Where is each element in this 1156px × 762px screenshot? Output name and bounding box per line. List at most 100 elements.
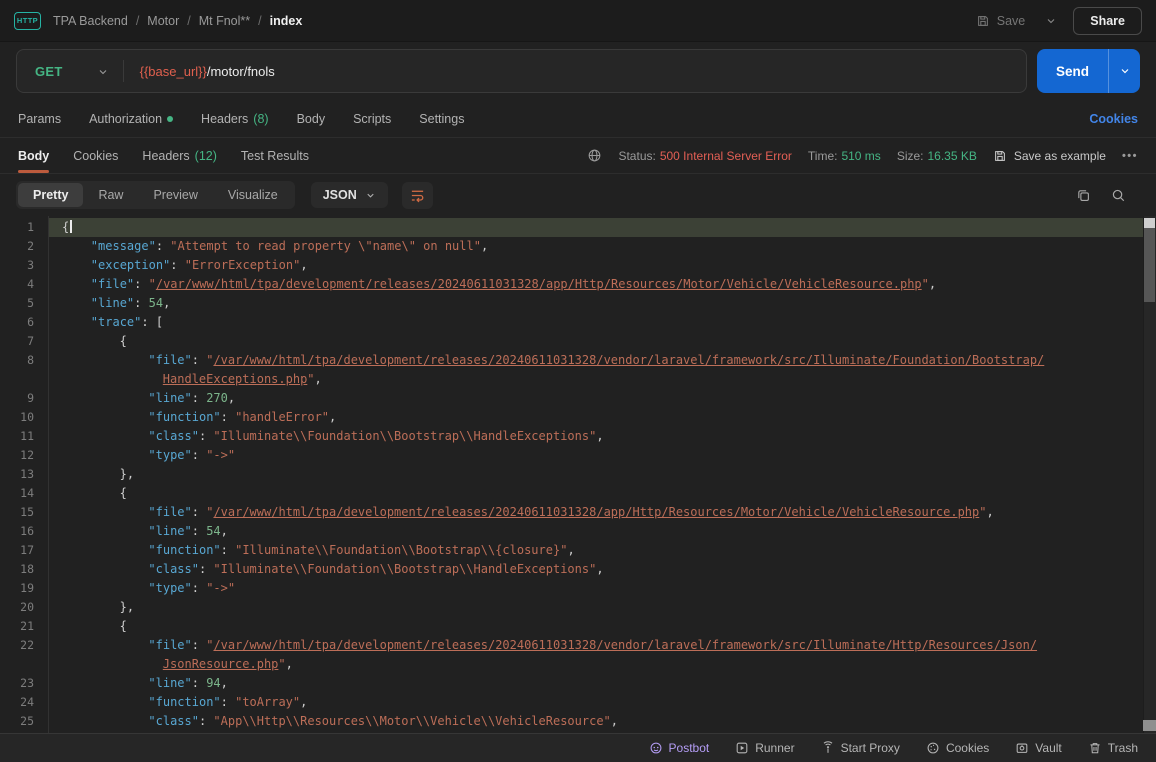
code-token: , [929,277,936,291]
tab-settings[interactable]: Settings [419,112,464,126]
code-row: 9"line": 270, [0,389,1156,408]
request-tabs: Params Authorization Headers (8) Body Sc… [0,100,1156,138]
url-input[interactable]: {{base_url}}/motor/fnols [124,64,1026,79]
cookies-link[interactable]: Cookies [1089,112,1138,126]
view-mode-pretty[interactable]: Pretty [18,183,83,207]
line-number: 11 [0,427,48,446]
breadcrumb-item-request[interactable]: index [270,14,303,28]
trash-icon [1088,741,1102,755]
response-more-options[interactable]: ••• [1122,150,1138,162]
file-path-link[interactable]: /var/www/html/tpa/development/releases/2… [156,277,922,291]
file-path-link[interactable]: HandleExceptions.php [163,372,308,386]
method-selector[interactable]: GET [17,64,79,79]
code-token: "function" [148,695,220,709]
code-row: 4"file": "/var/www/html/tpa/development/… [0,275,1156,294]
file-path-link[interactable]: /var/www/html/tpa/development/releases/2… [213,505,979,519]
view-mode-visualize[interactable]: Visualize [213,183,293,207]
footer-item-trash[interactable]: Trash [1088,741,1138,755]
breadcrumb-separator: / [258,14,261,28]
line-number: 3 [0,256,48,275]
footer-item-cookies[interactable]: Cookies [926,741,989,755]
share-button[interactable]: Share [1073,7,1142,35]
breadcrumb-item-collection[interactable]: Motor [147,14,179,28]
code-token: " [307,372,314,386]
response-tab-headers[interactable]: Headers (12) [142,149,216,163]
tab-authorization[interactable]: Authorization [89,112,173,126]
code-row: 14{ [0,484,1156,503]
line-number: 21 [0,617,48,636]
postbot-icon [649,741,663,755]
code-token: , [567,543,574,557]
response-tab-cookies[interactable]: Cookies [73,149,118,163]
line-number: 14 [0,484,48,503]
search-icon[interactable] [1111,188,1126,203]
size-badge: Size: 16.35 KB [897,149,977,163]
footer-item-vault[interactable]: Vault [1015,741,1061,755]
code-token: : [192,505,206,519]
footer-item-runner[interactable]: Runner [735,741,794,755]
file-path-link[interactable]: JsonResource.php [163,657,279,671]
line-number: 24 [0,693,48,712]
tab-params[interactable]: Params [18,112,61,126]
code-token: : [134,296,148,310]
code-token: : [134,277,148,291]
footer-item-start-proxy[interactable]: Start Proxy [821,741,900,755]
code-token: , [986,505,993,519]
code-token: 54 [149,296,163,310]
code-token: : [199,429,213,443]
view-mode-preview[interactable]: Preview [138,183,212,207]
response-tab-test-results[interactable]: Test Results [241,149,309,163]
code-row: 5"line": 54, [0,294,1156,313]
tab-headers[interactable]: Headers (8) [201,112,269,126]
code-token: "exception" [91,258,170,272]
file-path-link[interactable]: /var/www/html/tpa/development/releases/2… [213,638,1037,652]
code-token: "file" [148,353,191,367]
status-label: Status: [618,149,655,163]
code-token: "line" [148,676,191,690]
save-options-chevron[interactable] [1039,11,1063,31]
scrollbar-corner[interactable] [1143,720,1156,731]
network-icon[interactable] [587,148,602,163]
tab-params-label: Params [18,112,61,126]
scrollbar-thumb[interactable] [1144,228,1155,302]
send-options-chevron[interactable] [1108,49,1140,93]
code-token: : [192,638,206,652]
view-mode-raw[interactable]: Raw [83,183,138,207]
language-select[interactable]: JSON [311,182,388,208]
code-row: 23"line": 94, [0,674,1156,693]
line-number: 22 [0,636,48,655]
send-button[interactable]: Send [1037,49,1108,93]
wrap-text-button[interactable] [402,182,433,209]
file-path-link[interactable]: /var/www/html/tpa/development/releases/2… [213,353,1044,367]
footer-item-postbot[interactable]: Postbot [649,741,710,755]
response-tab-body[interactable]: Body [18,149,49,163]
code-token: "message" [91,239,156,253]
method-chevron-icon[interactable] [79,64,123,78]
breadcrumb-item-folder[interactable]: Mt Fnol** [199,14,250,28]
save-as-example-button[interactable]: Save as example [993,149,1106,163]
breadcrumb-separator: / [136,14,139,28]
vertical-scrollbar[interactable] [1143,216,1156,733]
line-number: 9 [0,389,48,408]
scrollbar-thumb-cap[interactable] [1144,218,1155,228]
headers-count: (8) [253,112,268,126]
save-button[interactable]: Save [972,9,1030,33]
response-body-viewer[interactable]: 1{2"message": "Attempt to read property … [0,216,1156,733]
line-number: 6 [0,313,48,332]
tab-scripts[interactable]: Scripts [353,112,391,126]
viewer-actions [1076,188,1140,203]
tab-authorization-label: Authorization [89,112,162,126]
response-tab-test-results-label: Test Results [241,149,309,163]
line-number: 1 [0,218,48,237]
save-icon [976,14,990,28]
code-token: "type" [148,581,191,595]
code-row: 1{ [0,218,1156,237]
code-token: 54 [206,524,220,538]
breadcrumb-item-workspace[interactable]: TPA Backend [53,14,128,28]
footer-cookies-label: Cookies [946,741,989,755]
code-row: 10"function": "handleError", [0,408,1156,427]
code-token: { [120,334,127,348]
code-row: 19"type": "->" [0,579,1156,598]
copy-icon[interactable] [1076,188,1091,203]
tab-body[interactable]: Body [297,112,326,126]
